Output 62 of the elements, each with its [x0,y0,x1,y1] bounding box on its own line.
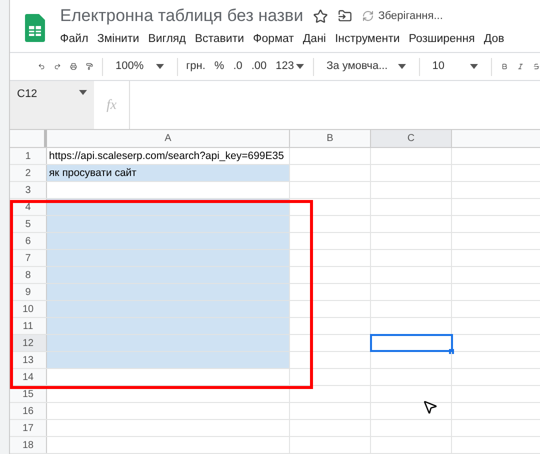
row-header[interactable]: 17 [10,420,47,436]
dropdown-caret-icon [79,90,87,96]
menu-item[interactable]: Формат [253,31,294,49]
table-cell[interactable]: як просувати сайт [47,165,290,181]
column-header[interactable]: A [47,130,290,147]
table-cell[interactable] [47,233,290,249]
table-cell[interactable] [47,301,290,317]
row-header[interactable]: 6 [10,233,47,249]
increase-decimals-button[interactable]: .00 [251,58,267,75]
table-cell[interactable] [371,335,452,351]
table-cell[interactable] [47,352,290,368]
row-header[interactable]: 14 [10,369,47,385]
dropdown-caret-icon [296,64,304,70]
table-cell[interactable] [47,250,290,266]
move-folder-icon[interactable] [338,9,352,23]
row-header[interactable]: 16 [10,403,47,419]
row-header[interactable]: 3 [10,182,47,198]
column-header[interactable]: C [371,130,452,147]
row-header[interactable]: 12 [10,335,47,351]
document-title[interactable]: Електронна таблиця без назви [60,3,304,29]
dropdown-caret-icon [156,64,164,70]
row-header[interactable]: 8 [10,267,47,283]
mouse-cursor-icon [422,399,438,415]
save-status: Зберігання... [378,8,443,24]
table-cell[interactable] [47,335,290,351]
table-cell[interactable] [47,284,290,300]
star-icon[interactable] [313,8,328,24]
menu-item[interactable]: Дані [302,31,326,49]
sync-icon [362,10,374,22]
fill-handle-icon[interactable] [449,349,454,354]
formula-label: fx [106,96,117,115]
menu-item[interactable]: Змінити [97,31,140,49]
row-header[interactable]: 18 [10,437,47,453]
font-dropdown[interactable]: За умовча... [322,58,410,75]
font-size-dropdown[interactable]: 10 [428,58,482,75]
row-header[interactable]: 1 [10,148,47,164]
menu-item[interactable]: Розширення [408,31,475,49]
currency-button[interactable]: грн. [186,58,206,75]
table-cell[interactable] [47,267,290,283]
row-header[interactable]: 7 [10,250,47,266]
menu-item[interactable]: Вигляд [148,31,186,49]
row-header[interactable]: 5 [10,216,47,232]
row-header[interactable]: 13 [10,352,47,368]
row-header[interactable]: 11 [10,318,47,334]
row-header[interactable]: 2 [10,165,47,181]
menu-item[interactable]: Вставити [194,31,244,49]
row-header[interactable]: 9 [10,284,47,300]
name-box[interactable]: C12 [10,81,94,129]
dropdown-caret-icon [398,64,406,70]
table-cell[interactable] [47,216,290,232]
row-header[interactable]: 10 [10,301,47,317]
zoom-dropdown[interactable]: 100% [112,58,168,75]
menu-item[interactable]: Інструменти [334,31,400,49]
percent-button[interactable]: % [214,58,224,75]
decrease-decimals-button[interactable]: .0 [233,58,242,75]
more-formats-dropdown[interactable]: 123 [276,58,304,75]
menu-item[interactable]: Файл [60,31,88,49]
dropdown-caret-icon [470,64,478,70]
sheets-logo-icon[interactable] [25,14,45,42]
menu-item[interactable]: Дов [484,31,504,49]
table-cell[interactable] [47,318,290,334]
table-cell[interactable]: https://api.scaleserp.com/search?api_key=699E35 [47,148,290,164]
